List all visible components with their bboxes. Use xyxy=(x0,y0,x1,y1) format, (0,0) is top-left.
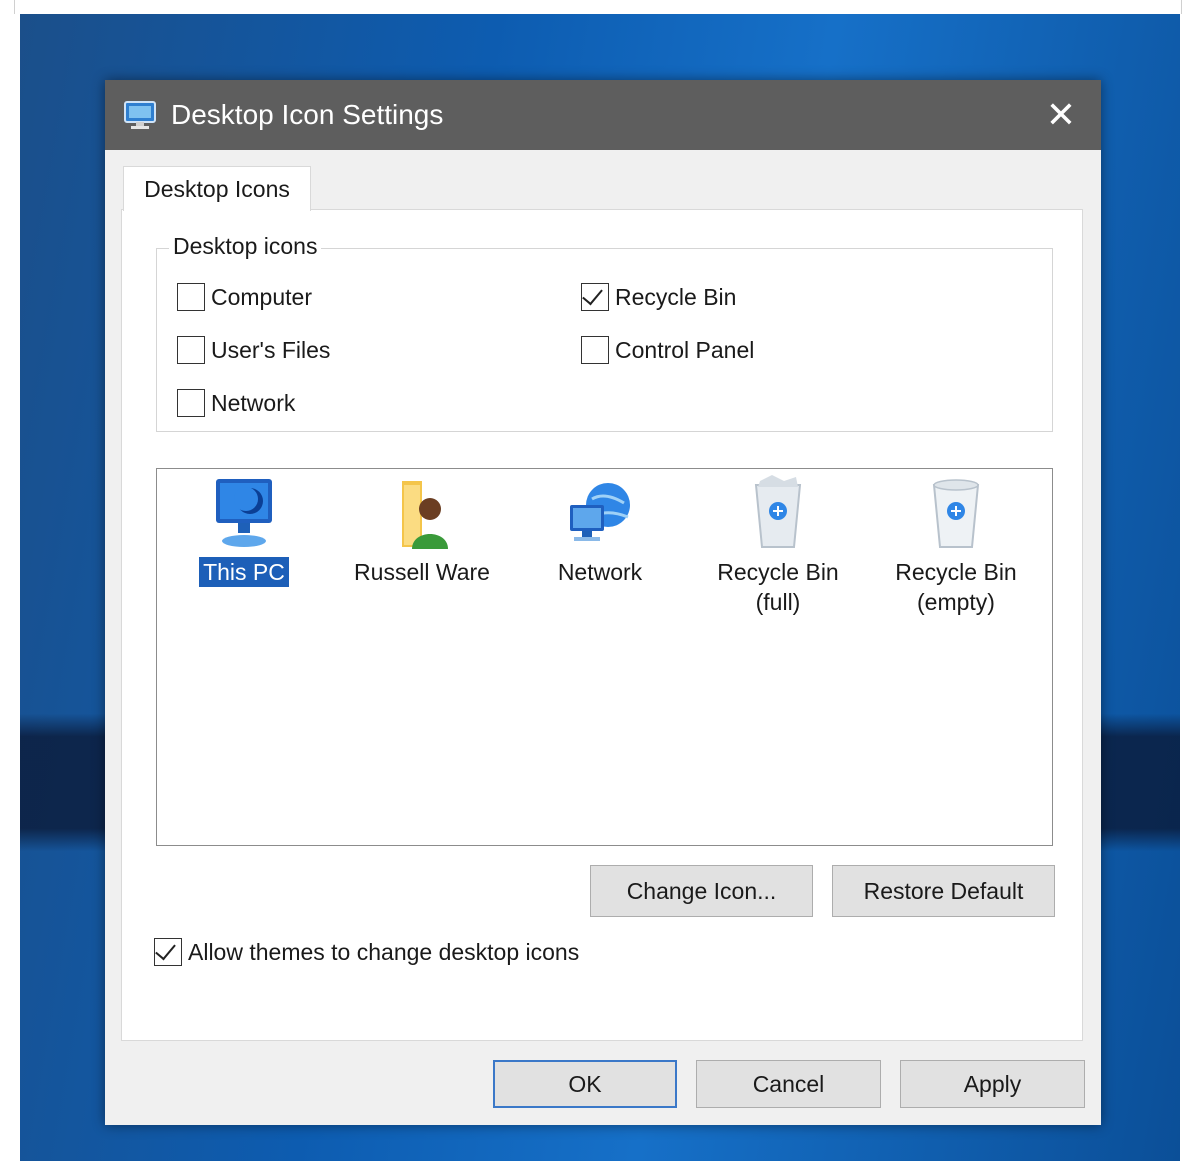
icon-label: Russell Ware xyxy=(354,559,490,585)
icon-item-this-pc[interactable]: This PC xyxy=(159,475,329,587)
control-panel-checkbox[interactable] xyxy=(581,336,609,364)
checkmark-icon xyxy=(582,283,603,306)
checkbox-label: Recycle Bin xyxy=(615,283,737,310)
control-panel-checkbox-row[interactable]: Control Panel xyxy=(581,336,754,364)
desktop-icon-settings-dialog: Desktop Icon Settings ✕ Desktop Icons De… xyxy=(105,80,1101,1125)
group-title: Desktop icons xyxy=(169,233,322,260)
icon-label: Network xyxy=(557,559,643,585)
recycle-bin-full-icon xyxy=(754,475,802,548)
checkbox-label: Network xyxy=(211,389,296,416)
checkbox-label: User's Files xyxy=(211,336,331,363)
checkmark-icon xyxy=(155,938,176,961)
network-checkbox-row[interactable]: Network xyxy=(177,389,295,417)
checkbox-label: Allow themes to change desktop icons xyxy=(188,938,580,965)
icon-item-recycle-bin-full[interactable]: Recycle Bin (full) xyxy=(693,475,863,617)
display-settings-icon xyxy=(124,101,156,129)
monitor-icon xyxy=(216,479,272,547)
checkbox-label: Control Panel xyxy=(615,336,755,363)
icon-label-sub: (full) xyxy=(755,589,801,615)
icon-label: Recycle Bin xyxy=(717,559,839,585)
network-globe-icon xyxy=(570,483,630,541)
allow-themes-checkbox[interactable] xyxy=(154,938,182,966)
icon-item-recycle-bin-empty[interactable]: Recycle Bin (empty) xyxy=(871,475,1041,617)
window-frame-edge xyxy=(14,0,1182,14)
desktop-icon-list[interactable]: This PC Russell Ware Network Recycle Bin… xyxy=(156,468,1053,846)
desktop-icons-group: Desktop icons Computer User's Files Netw… xyxy=(156,233,1053,432)
change-icon-button[interactable]: Change Icon... xyxy=(590,865,813,917)
network-checkbox[interactable] xyxy=(177,389,205,417)
title-bar[interactable]: Desktop Icon Settings ✕ xyxy=(105,80,1101,150)
restore-default-button[interactable]: Restore Default xyxy=(832,865,1055,917)
dialog-title: Desktop Icon Settings xyxy=(171,99,444,130)
computer-checkbox[interactable] xyxy=(177,283,205,311)
icon-label: Recycle Bin xyxy=(895,559,1017,585)
icon-label: This PC xyxy=(199,557,289,587)
tab-page: Desktop icons Computer User's Files Netw… xyxy=(121,209,1083,1041)
icon-item-user-files[interactable]: Russell Ware xyxy=(337,475,507,587)
icon-item-network[interactable]: Network xyxy=(515,475,685,587)
recycle-bin-checkbox[interactable] xyxy=(581,283,609,311)
users-files-checkbox[interactable] xyxy=(177,336,205,364)
computer-checkbox-row[interactable]: Computer xyxy=(177,283,312,311)
close-icon: ✕ xyxy=(1045,94,1077,135)
users-files-checkbox-row[interactable]: User's Files xyxy=(177,336,330,364)
checkbox-label: Computer xyxy=(211,283,312,310)
cancel-button[interactable]: Cancel xyxy=(696,1060,881,1108)
user-folder-icon xyxy=(402,481,448,549)
ok-button[interactable]: OK xyxy=(493,1060,677,1108)
tab-desktop-icons[interactable]: Desktop Icons xyxy=(123,166,311,211)
close-button[interactable]: ✕ xyxy=(1021,80,1101,150)
recycle-bin-empty-icon xyxy=(932,479,980,548)
recycle-bin-checkbox-row[interactable]: Recycle Bin xyxy=(581,283,736,311)
allow-themes-checkbox-row[interactable]: Allow themes to change desktop icons xyxy=(154,938,579,966)
apply-button[interactable]: Apply xyxy=(900,1060,1085,1108)
icon-label-sub: (empty) xyxy=(917,589,995,615)
